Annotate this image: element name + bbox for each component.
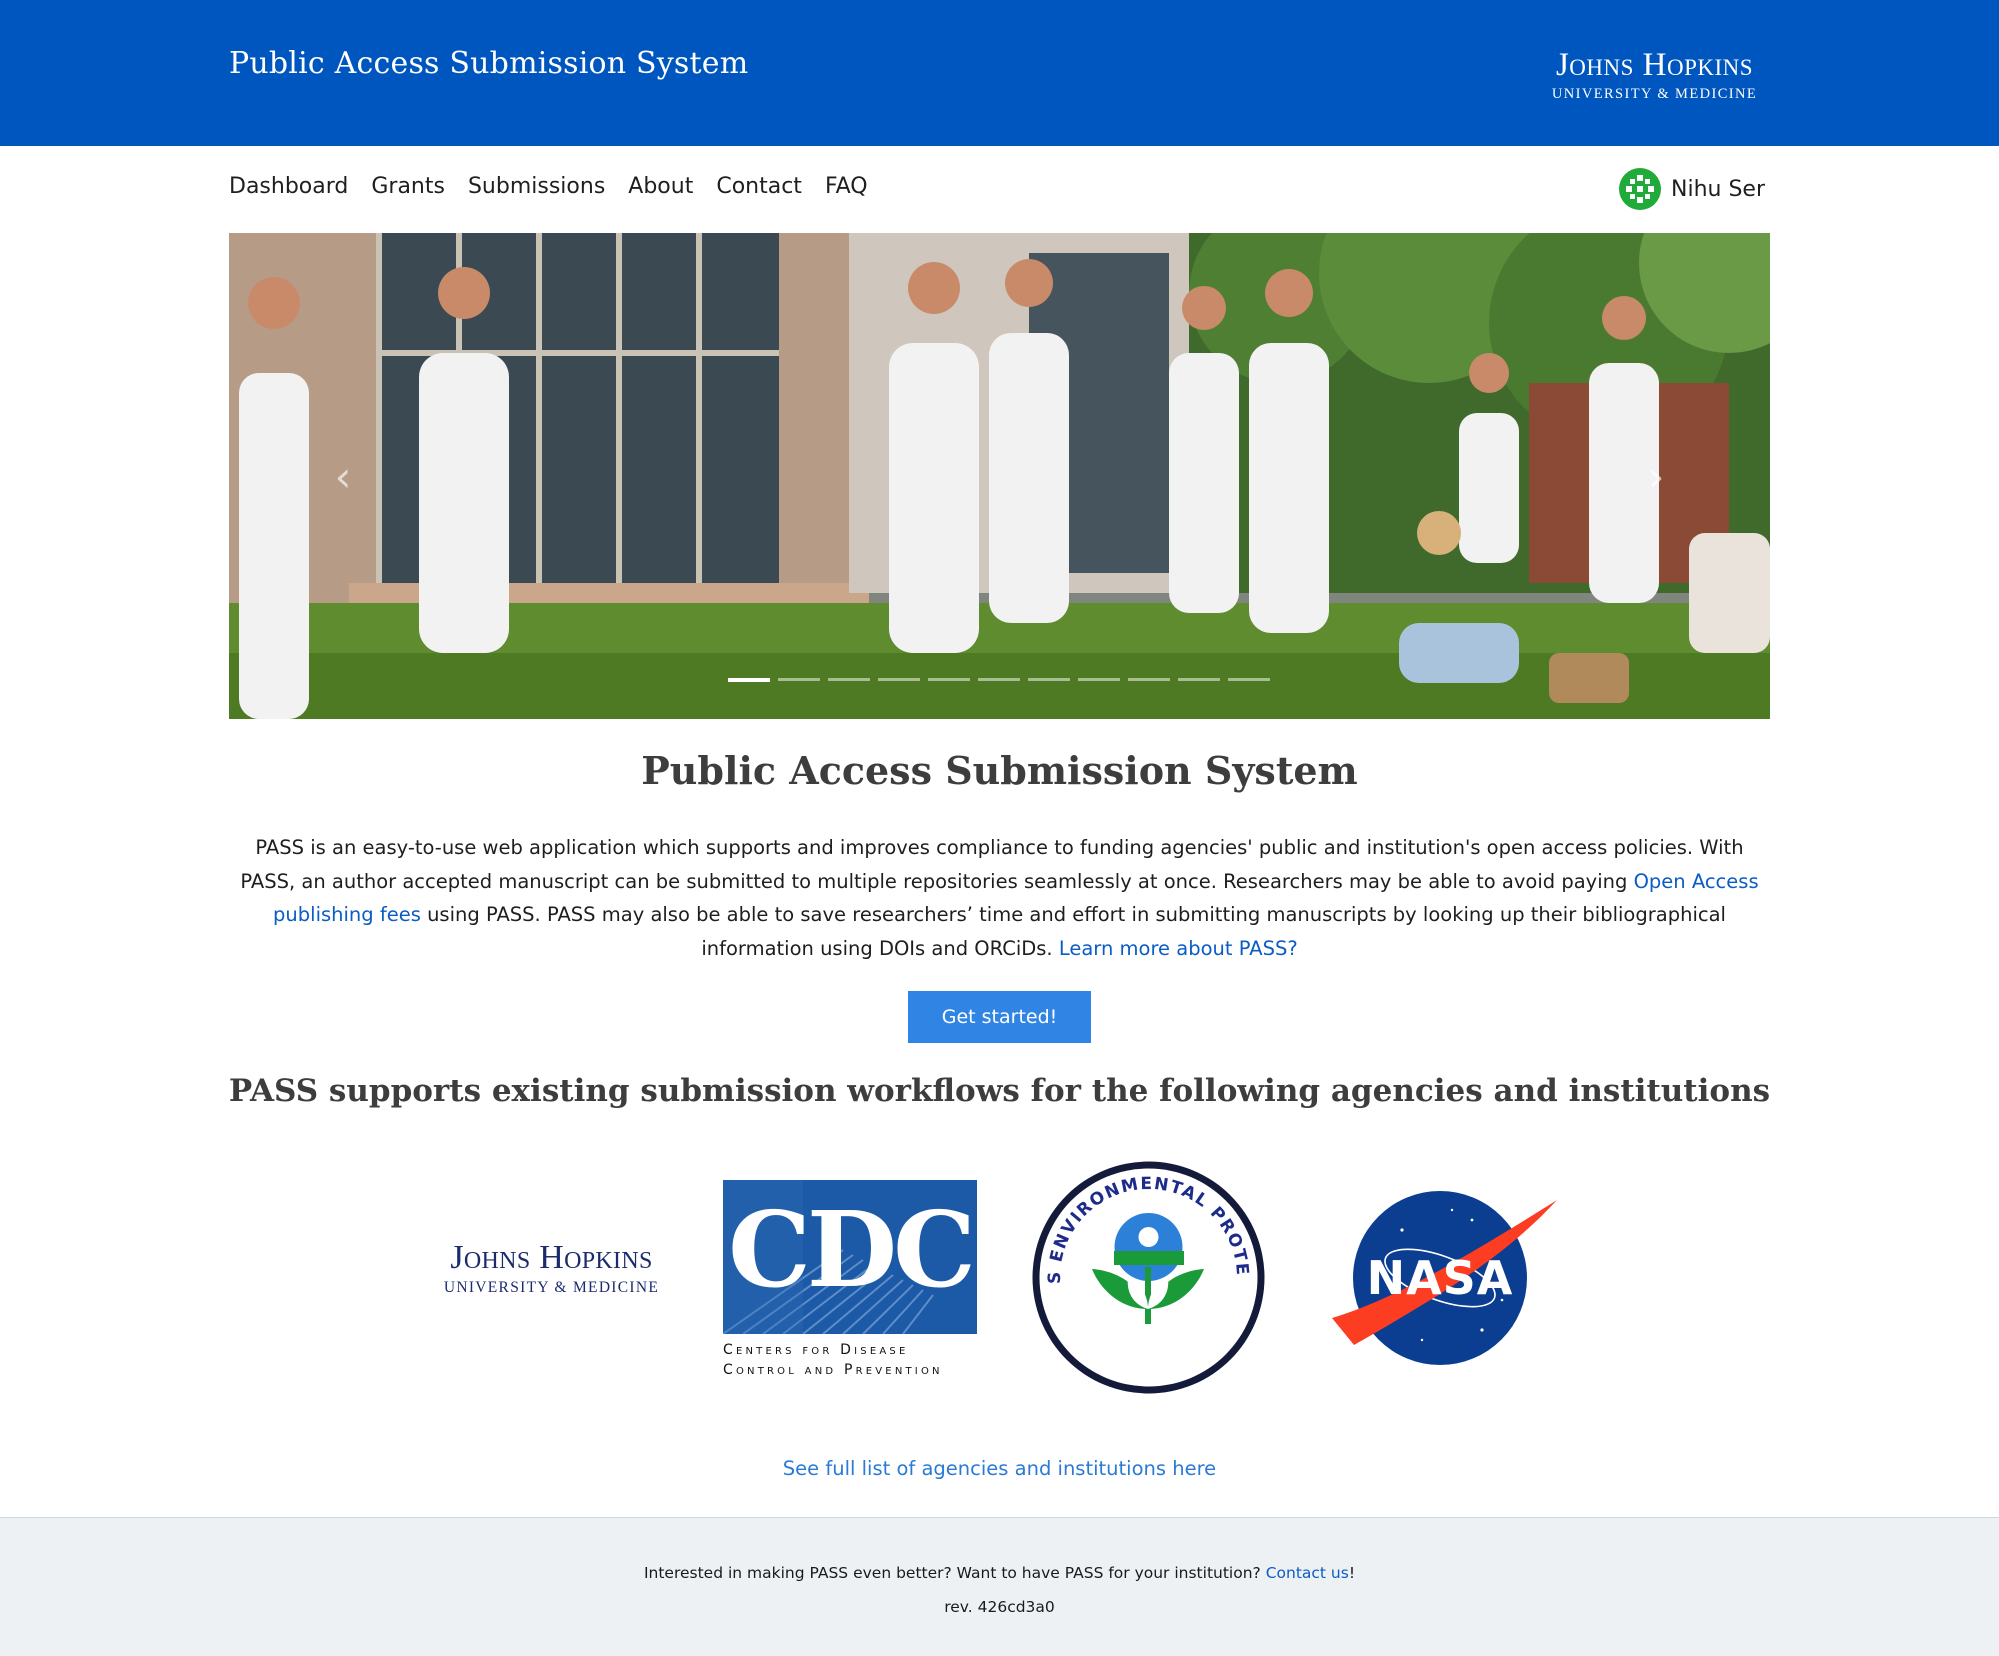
cdc-caption-2: Control and Prevention bbox=[723, 1362, 943, 1378]
site-title[interactable]: Public Access Submission System bbox=[229, 46, 748, 81]
hero-carousel: ‹ › bbox=[229, 233, 1770, 719]
revision-label: rev. 426cd3a0 bbox=[944, 1598, 1055, 1616]
nasa-text: NASA bbox=[1367, 1251, 1514, 1305]
intro-title: Public Access Submission System bbox=[641, 748, 1358, 793]
carousel-next-button[interactable]: › bbox=[1638, 452, 1674, 501]
footer-text: Interested in making PASS even better? W… bbox=[0, 1564, 1999, 1582]
cdc-logo-box: CDC bbox=[723, 1180, 977, 1334]
nav-dashboard[interactable]: Dashboard bbox=[229, 172, 348, 202]
cdc-logo: CDC Centers for Disease Control and Prev… bbox=[723, 1180, 977, 1380]
jh-logo-name: Johns Hopkins bbox=[450, 1239, 653, 1276]
carousel-indicator[interactable] bbox=[1078, 678, 1120, 681]
logo-subtitle: UNIVERSITY & MEDICINE bbox=[1551, 86, 1758, 102]
carousel-indicators bbox=[728, 678, 1270, 682]
full-agency-list-link[interactable]: See full list of agencies and institutio… bbox=[0, 1457, 1999, 1480]
chevron-left-icon: ‹ bbox=[334, 451, 352, 501]
main-nav: Dashboard Grants Submissions About Conta… bbox=[229, 172, 868, 202]
carousel-indicator[interactable] bbox=[1228, 678, 1270, 681]
footer-contact-link[interactable]: Contact us bbox=[1266, 1564, 1349, 1582]
carousel-indicator[interactable] bbox=[878, 678, 920, 681]
johns-hopkins-logo: Johns Hopkins UNIVERSITY & MEDICINE bbox=[425, 1240, 678, 1297]
agencies-title: PASS supports existing submission workfl… bbox=[228, 1073, 1771, 1109]
carousel-prev-button[interactable]: ‹ bbox=[325, 452, 361, 501]
carousel-indicator[interactable] bbox=[1178, 678, 1220, 681]
carousel-photo bbox=[229, 233, 1770, 719]
carousel-indicator[interactable] bbox=[1028, 678, 1070, 681]
nav-contact[interactable]: Contact bbox=[716, 172, 802, 202]
carousel-indicator[interactable] bbox=[828, 678, 870, 681]
johns-hopkins-header-logo[interactable]: Johns Hopkins UNIVERSITY & MEDICINE bbox=[1542, 48, 1767, 103]
carousel-indicator[interactable] bbox=[978, 678, 1020, 681]
nav-about[interactable]: About bbox=[628, 172, 693, 202]
logo-name: Johns Hopkins bbox=[1555, 47, 1754, 83]
learn-more-link[interactable]: Learn more about PASS? bbox=[1059, 937, 1298, 960]
cdc-caption-1: Centers for Disease bbox=[723, 1342, 909, 1358]
carousel-indicator[interactable] bbox=[728, 678, 770, 682]
get-started-button[interactable]: Get started! bbox=[908, 991, 1091, 1043]
footer-suffix: ! bbox=[1348, 1564, 1356, 1582]
chevron-right-icon: › bbox=[1647, 451, 1665, 501]
cdc-letters: CDC bbox=[728, 1188, 976, 1311]
user-name: Nihu Ser bbox=[1671, 176, 1765, 202]
carousel-indicator[interactable] bbox=[928, 678, 970, 681]
epa-logo: UNITED STATES ENVIRONMENTAL PROTECTION A… bbox=[1022, 1144, 1267, 1396]
nav-grants[interactable]: Grants bbox=[371, 172, 445, 202]
user-avatar-icon bbox=[1619, 168, 1661, 210]
nasa-logo: NASA bbox=[1332, 1190, 1562, 1365]
user-menu[interactable]: Nihu Ser bbox=[1619, 168, 1765, 210]
intro-text-part-1: PASS is an easy-to-use web application w… bbox=[240, 836, 1744, 893]
carousel-indicator[interactable] bbox=[1128, 678, 1170, 681]
nav-submissions[interactable]: Submissions bbox=[468, 172, 605, 202]
jh-logo-subtitle: UNIVERSITY & MEDICINE bbox=[443, 1279, 660, 1296]
footer: Interested in making PASS even better? W… bbox=[0, 1517, 1999, 1656]
footer-message: Interested in making PASS even better? W… bbox=[643, 1564, 1266, 1582]
carousel-indicator[interactable] bbox=[778, 678, 820, 681]
top-header-bar: Public Access Submission System Johns Ho… bbox=[0, 0, 1999, 146]
intro-text: PASS is an easy-to-use web application w… bbox=[229, 831, 1770, 965]
nav-faq[interactable]: FAQ bbox=[825, 172, 868, 202]
